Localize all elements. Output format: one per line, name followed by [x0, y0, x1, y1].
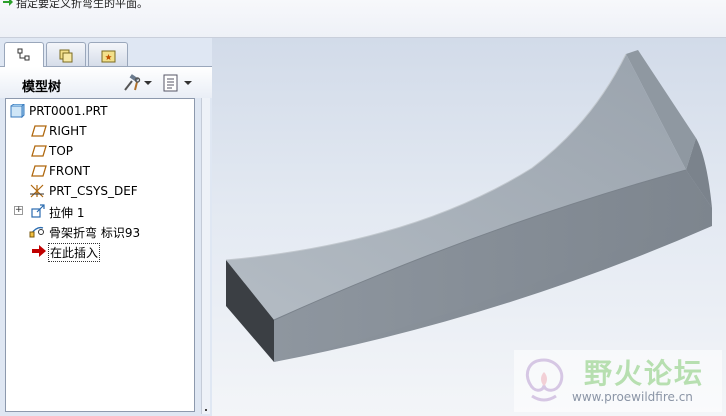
tree-item-label: RIGHT: [49, 124, 87, 138]
green-arrow-icon: [3, 0, 13, 6]
model-tree-tab[interactable]: [4, 42, 44, 67]
tree-item-right[interactable]: RIGHT: [6, 122, 194, 140]
layers-icon: [59, 49, 73, 63]
datum-plane-icon: [31, 165, 47, 177]
tree-item-csys[interactable]: PRT_CSYS_DEF: [6, 182, 194, 200]
model-tree: PRT0001.PRT RIGHT TOP FRONT PRT_CSYS_DEF…: [5, 98, 195, 412]
tree-item-extrude[interactable]: + 拉伸 1: [6, 202, 194, 220]
favorites-tab[interactable]: [88, 42, 128, 66]
extrude-icon: [31, 204, 45, 218]
layers-tab[interactable]: [46, 42, 86, 66]
folder-star-icon: [101, 50, 116, 63]
tree-item-label: 在此插入: [48, 243, 101, 262]
tree-settings-button[interactable]: [122, 73, 152, 93]
insert-here-arrow-icon: [32, 245, 46, 257]
panel-splitter[interactable]: [201, 98, 210, 414]
model-tree-header: 模型树: [0, 66, 212, 98]
splitter-grip: [205, 409, 207, 411]
message-bar: 指定要定义折弯生的平面。: [0, 0, 726, 38]
tree-item-spinal-bend[interactable]: 骨架折弯 标识93: [6, 222, 194, 240]
chevron-down-icon: [184, 81, 192, 85]
list-icon: [163, 74, 178, 92]
csys-icon: [30, 184, 44, 198]
watermark-url: www.proewildfire.cn: [572, 390, 693, 404]
watermark-title: 野火论坛: [584, 357, 705, 390]
watermark: 野火论坛 www.proewildfire.cn: [514, 350, 722, 412]
tree-item-label: 拉伸 1: [49, 206, 85, 220]
tree-item-part[interactable]: PRT0001.PRT: [6, 102, 194, 120]
tree-item-label: 骨架折弯 标识93: [49, 226, 141, 240]
message-text: 指定要定义折弯生的平面。: [16, 0, 148, 10]
tree-item-insert-here[interactable]: 在此插入: [6, 242, 194, 262]
forum-logo-icon: [525, 358, 564, 402]
spinal-bend-icon: [29, 226, 44, 238]
datum-plane-icon: [31, 145, 47, 157]
tree-item-label: PRT0001.PRT: [29, 104, 108, 118]
chevron-down-icon: [144, 81, 152, 85]
model-tree-title: 模型树: [22, 80, 62, 95]
datum-plane-icon: [31, 125, 47, 137]
tree-item-label: PRT_CSYS_DEF: [49, 184, 138, 198]
tree-item-top[interactable]: TOP: [6, 142, 194, 160]
navigator-panel: 模型树 PRT0001.PRT RIGHT TOP FRONT PRT_CSYS…: [0, 38, 212, 416]
tree-show-button[interactable]: [162, 73, 192, 93]
tree-item-label: TOP: [49, 144, 74, 158]
tree-icon: [17, 48, 30, 61]
tree-item-front[interactable]: FRONT: [6, 162, 194, 180]
expand-plus-icon[interactable]: +: [14, 206, 23, 215]
tree-item-label: FRONT: [49, 164, 90, 178]
tools-icon: [124, 74, 141, 91]
part-icon: [10, 104, 25, 118]
